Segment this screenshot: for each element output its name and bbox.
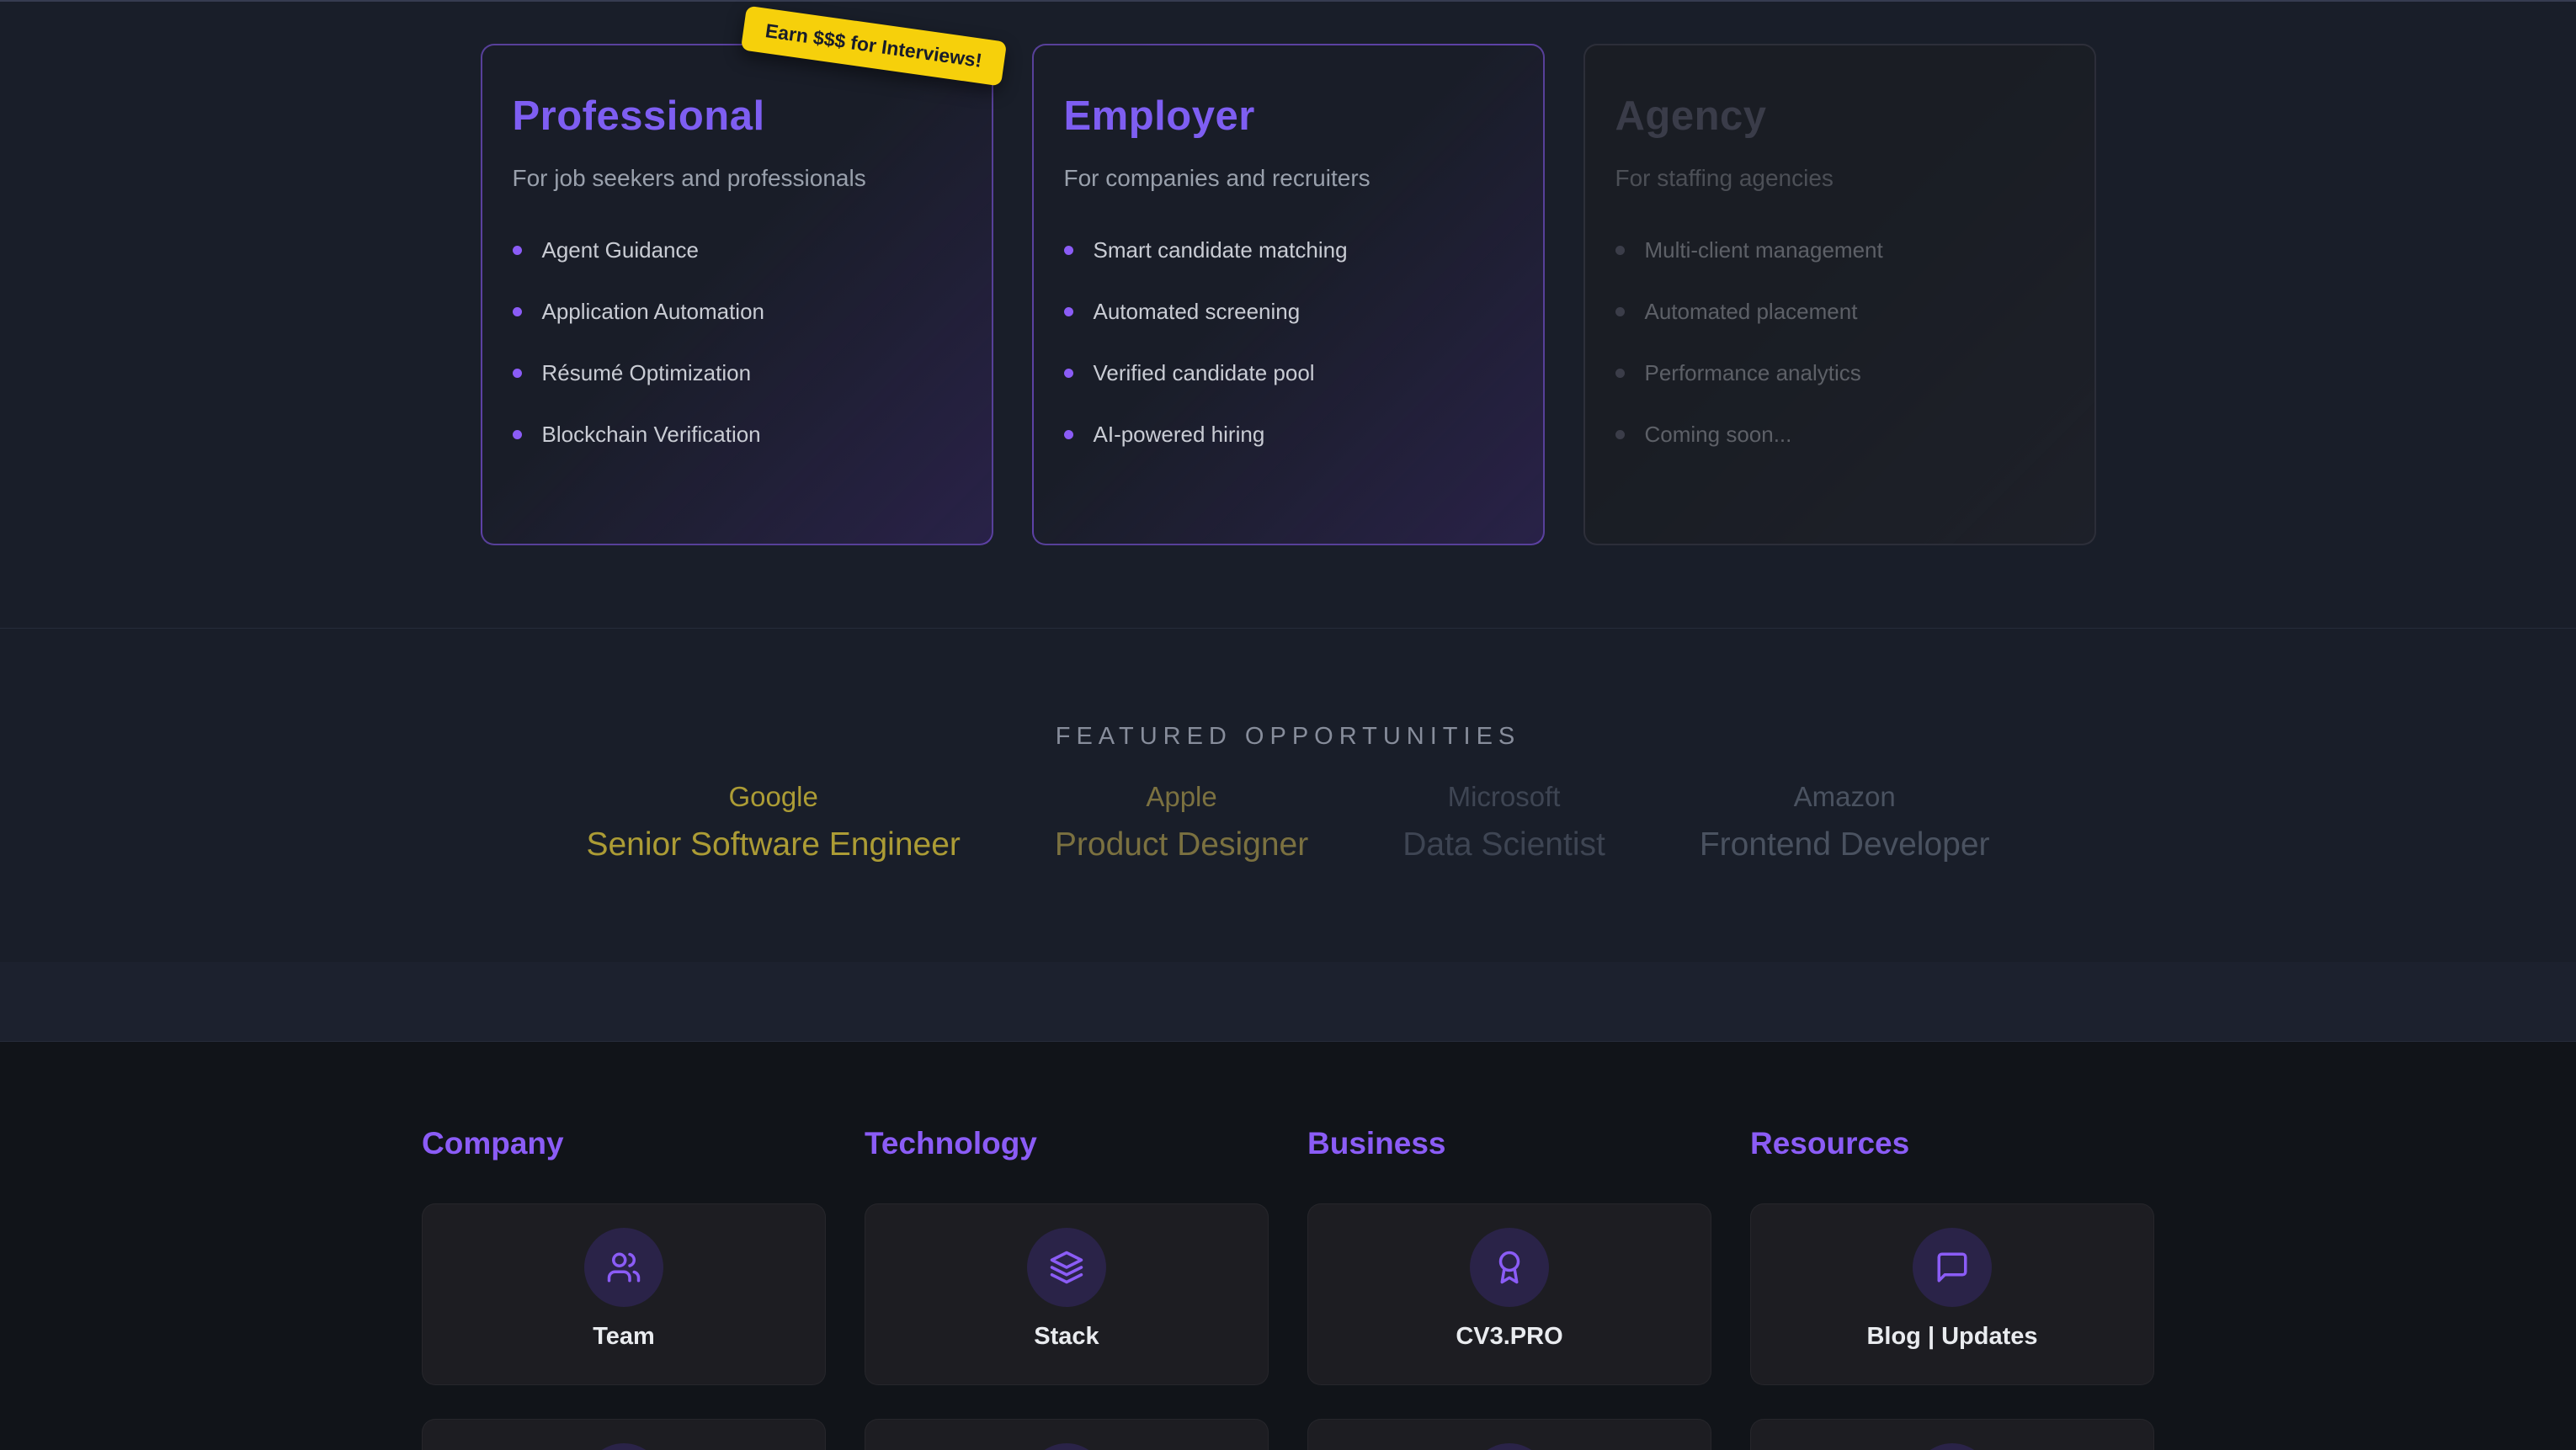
footer-card-label: CV3.PRO: [1456, 1323, 1562, 1351]
bullet-icon: [513, 369, 522, 378]
plan-subtitle: For staffing agencies: [1615, 165, 2064, 192]
plan-feature-label: AI-powered hiring: [1094, 422, 1265, 448]
footer-card-label: Stack: [1034, 1323, 1099, 1351]
plan-subtitle: For companies and recruiters: [1064, 165, 1513, 192]
bullet-icon: [1615, 307, 1625, 316]
spacer-band: [0, 962, 2576, 1042]
footer-card-blog[interactable]: Blog | Updates: [1750, 1203, 2154, 1385]
featured-company: Amazon: [1700, 781, 1990, 813]
featured-company: Google: [586, 781, 960, 813]
featured-item-amazon[interactable]: Amazon Frontend Developer: [1700, 781, 1990, 863]
hidden-icon: [1470, 1443, 1549, 1450]
featured-opportunities-section: FEATURED OPPORTUNITIES Google Senior Sof…: [0, 628, 2576, 962]
page: Earn $$$ for Interviews! Professional Fo…: [0, 0, 2576, 1450]
hidden-icon: [1027, 1443, 1106, 1450]
footer-column-company: Company Team: [422, 1126, 826, 1450]
bullet-icon: [513, 430, 522, 439]
plan-card-professional[interactable]: Professional For job seekers and profess…: [481, 44, 993, 545]
featured-row: Google Senior Software Engineer Apple Pr…: [0, 781, 2576, 863]
bullet-icon: [513, 246, 522, 255]
plan-feature: AI-powered hiring: [1064, 422, 1513, 448]
footer-column-technology: Technology Stack: [865, 1126, 1269, 1450]
featured-role: Senior Software Engineer: [586, 826, 960, 863]
plan-feature-label: Smart candidate matching: [1094, 237, 1348, 263]
featured-role: Data Scientist: [1402, 826, 1605, 863]
plan-feature-list: Multi-client management Automated placem…: [1615, 237, 2064, 448]
plan-subtitle: For job seekers and professionals: [513, 165, 961, 192]
featured-role: Frontend Developer: [1700, 826, 1990, 863]
plan-feature: Agent Guidance: [513, 237, 961, 263]
bullet-icon: [1615, 246, 1625, 255]
plans-section: Earn $$$ for Interviews! Professional Fo…: [0, 2, 2576, 628]
featured-company: Microsoft: [1402, 781, 1605, 813]
plan-feature-label: Automated screening: [1094, 299, 1301, 325]
plan-title: Professional: [513, 93, 961, 140]
plan-feature-label: Automated placement: [1645, 299, 1858, 325]
plan-feature: Verified candidate pool: [1064, 360, 1513, 386]
layers-icon: [1027, 1228, 1106, 1307]
footer-column-resources: Resources Blog | Updates: [1750, 1126, 2154, 1450]
footer-heading: Business: [1307, 1126, 1711, 1161]
bullet-icon: [513, 307, 522, 316]
message-icon: [1913, 1228, 1992, 1307]
plan-feature-list: Agent Guidance Application Automation Ré…: [513, 237, 961, 448]
footer-grid: Company Team Technology: [422, 1126, 2154, 1450]
plan-feature: Automated placement: [1615, 299, 2064, 325]
plan-feature: Performance analytics: [1615, 360, 2064, 386]
plan-card-employer[interactable]: Employer For companies and recruiters Sm…: [1032, 44, 1545, 545]
plan-feature-label: Agent Guidance: [542, 237, 699, 263]
bullet-icon: [1615, 430, 1625, 439]
plan-title: Employer: [1064, 93, 1513, 140]
plan-feature: Application Automation: [513, 299, 961, 325]
plan-feature-label: Application Automation: [542, 299, 765, 325]
bullet-icon: [1615, 369, 1625, 378]
featured-item-microsoft[interactable]: Microsoft Data Scientist: [1402, 781, 1605, 863]
footer-card-cutoff[interactable]: [422, 1419, 826, 1450]
award-icon: [1470, 1228, 1549, 1307]
plan-title: Agency: [1615, 93, 2064, 140]
site-footer: Company Team Technology: [0, 1042, 2576, 1450]
bullet-icon: [1064, 307, 1073, 316]
footer-card-label: Team: [593, 1323, 655, 1351]
footer-column-business: Business CV3.PRO: [1307, 1126, 1711, 1450]
footer-card-stack[interactable]: Stack: [865, 1203, 1269, 1385]
footer-card-cv3pro[interactable]: CV3.PRO: [1307, 1203, 1711, 1385]
footer-card-cutoff[interactable]: [1307, 1419, 1711, 1450]
bullet-icon: [1064, 369, 1073, 378]
plan-card-agency: Agency For staffing agencies Multi-clien…: [1583, 44, 2096, 545]
hidden-icon: [1913, 1443, 1992, 1450]
footer-heading: Technology: [865, 1126, 1269, 1161]
plans-grid: Professional For job seekers and profess…: [0, 44, 2576, 545]
plan-feature: Blockchain Verification: [513, 422, 961, 448]
plan-feature: Résumé Optimization: [513, 360, 961, 386]
users-icon: [584, 1228, 663, 1307]
bullet-icon: [1064, 430, 1073, 439]
plan-feature-label: Multi-client management: [1645, 237, 1883, 263]
footer-heading: Company: [422, 1126, 826, 1161]
plan-feature-label: Résumé Optimization: [542, 360, 752, 386]
footer-heading: Resources: [1750, 1126, 2154, 1161]
footer-card-cutoff[interactable]: [1750, 1419, 2154, 1450]
plan-feature-label: Performance analytics: [1645, 360, 1861, 386]
plan-feature: Automated screening: [1064, 299, 1513, 325]
plan-feature: Multi-client management: [1615, 237, 2064, 263]
featured-item-google[interactable]: Google Senior Software Engineer: [586, 781, 960, 863]
featured-role: Product Designer: [1055, 826, 1308, 863]
bullet-icon: [1064, 246, 1073, 255]
plan-feature-label: Blockchain Verification: [542, 422, 761, 448]
footer-card-label: Blog | Updates: [1866, 1323, 2037, 1351]
plan-feature-label: Verified candidate pool: [1094, 360, 1315, 386]
featured-heading: FEATURED OPPORTUNITIES: [0, 723, 2576, 751]
hidden-icon: [584, 1443, 663, 1450]
footer-card-cutoff[interactable]: [865, 1419, 1269, 1450]
plan-feature: Smart candidate matching: [1064, 237, 1513, 263]
plan-feature: Coming soon...: [1615, 422, 2064, 448]
featured-company: Apple: [1055, 781, 1308, 813]
featured-item-apple[interactable]: Apple Product Designer: [1055, 781, 1308, 863]
plan-feature-label: Coming soon...: [1645, 422, 1792, 448]
footer-card-team[interactable]: Team: [422, 1203, 826, 1385]
plan-feature-list: Smart candidate matching Automated scree…: [1064, 237, 1513, 448]
